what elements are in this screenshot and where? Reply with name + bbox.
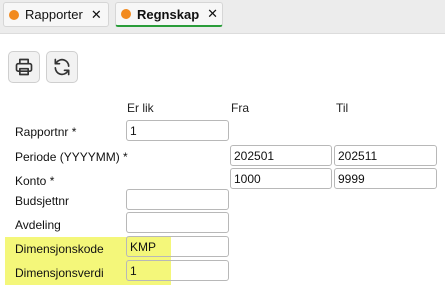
tab-rapporter[interactable]: Rapporter ✕ [3,2,109,27]
rapportnr-input[interactable] [126,120,229,141]
label-rapportnr: Rapportnr * [15,125,77,139]
status-dot-icon [121,9,131,19]
dimensjonskode-input[interactable] [126,236,229,257]
tab-label: Regnskap [137,6,200,22]
tab-bar: Rapporter ✕ Regnskap ✕ [0,0,445,34]
avdeling-input[interactable] [126,212,229,233]
periode-fra-input[interactable] [230,145,332,166]
close-icon[interactable]: ✕ [91,7,102,23]
label-konto: Konto * [15,174,55,188]
column-header-er-lik: Er lik [127,101,154,115]
budsjettnr-input[interactable] [126,189,229,210]
dimensjonsverdi-input[interactable] [126,260,229,281]
tab-label: Rapporter [25,7,83,22]
konto-fra-input[interactable] [230,168,332,189]
refresh-button[interactable] [46,51,78,83]
periode-til-input[interactable] [334,145,437,166]
label-periode: Periode (YYYYMM) * [15,150,128,164]
refresh-icon [54,58,70,76]
status-dot-icon [9,9,19,20]
printer-icon [15,58,33,76]
label-budsjettnr: Budsjettnr [15,194,70,208]
label-dimensjonsverdi: Dimensjonsverdi [15,266,104,280]
print-button[interactable] [8,51,40,83]
close-icon[interactable]: ✕ [207,6,218,22]
column-header-til: Til [336,101,349,115]
label-dimensjonskode: Dimensjonskode [15,242,104,256]
tab-regnskap[interactable]: Regnskap ✕ [115,2,223,27]
column-header-fra: Fra [231,101,249,115]
label-avdeling: Avdeling [15,218,61,232]
konto-til-input[interactable] [334,168,437,189]
